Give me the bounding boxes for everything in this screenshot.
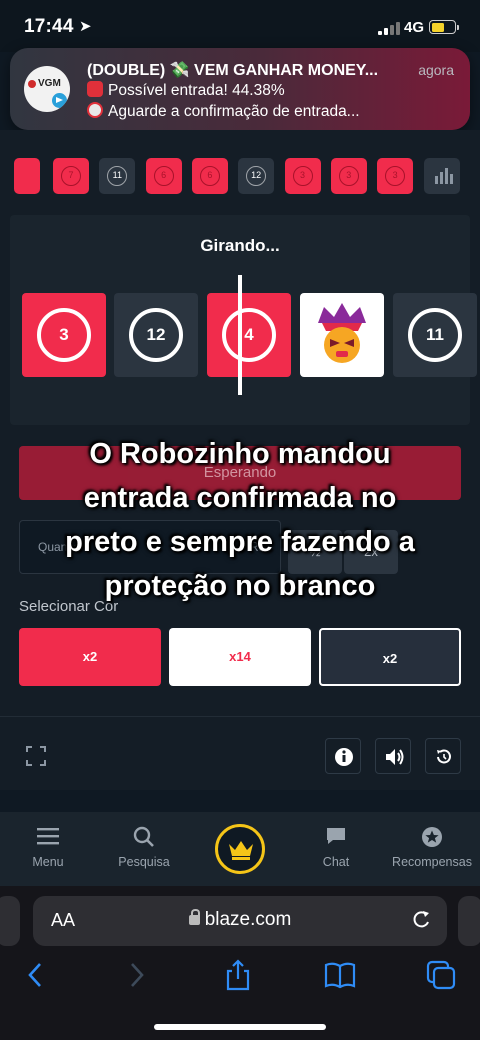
status-time: 17:44 — [24, 16, 74, 37]
video-caption: O Robozinho mandou entrada confirmada no… — [0, 432, 480, 608]
reload-icon[interactable] — [411, 909, 431, 929]
notification-time: agora — [418, 62, 454, 78]
notification-avatar: VGM — [24, 66, 70, 112]
recent-result-chip: 6 — [145, 158, 182, 194]
share-icon[interactable] — [221, 958, 255, 992]
speaker-icon — [386, 749, 404, 765]
caption-line: proteção no branco — [104, 570, 376, 602]
address-bar[interactable]: AA blaze.com — [33, 896, 447, 946]
status-bar: 17:44 ➤ 4G — [0, 0, 480, 52]
recent-result-chip: 11 — [99, 158, 136, 194]
roulette-tile: 3 — [22, 293, 106, 377]
roulette-tile: 11 — [393, 293, 477, 377]
bookmarks-icon[interactable] — [323, 958, 357, 992]
roulette-tile-white — [300, 293, 384, 377]
stats-button[interactable] — [424, 158, 460, 194]
info-icon — [335, 748, 353, 766]
nav-rewards[interactable]: Recompensas — [388, 812, 476, 886]
battery-icon — [429, 20, 459, 34]
notification-line-1: Possível entrada! 44.38% — [108, 82, 285, 99]
next-tab-preview[interactable] — [458, 896, 480, 946]
signal-icon — [378, 22, 402, 35]
notification-line-2: Aguarde a confirmação de entrada... — [108, 103, 360, 120]
caption-line: preto e sempre fazendo a — [65, 526, 415, 558]
fullscreen-button[interactable] — [18, 738, 54, 774]
recent-result-chip: 3 — [377, 158, 414, 194]
history-icon — [437, 749, 451, 764]
roulette-tile: 4 — [207, 293, 291, 377]
alarm-clock-icon — [87, 102, 103, 118]
lock-icon — [188, 909, 200, 925]
blaze-mascot-icon — [318, 303, 366, 363]
location-arrow-icon: ➤ — [79, 18, 92, 35]
back-icon[interactable] — [18, 958, 52, 992]
menu-icon — [37, 828, 59, 845]
search-icon — [133, 826, 154, 847]
tabs-icon[interactable] — [424, 958, 458, 992]
sound-button[interactable] — [375, 738, 411, 774]
rewards-star-icon — [422, 827, 442, 847]
home-indicator — [154, 1024, 326, 1030]
fullscreen-icon — [26, 746, 46, 766]
history-button[interactable] — [425, 738, 461, 774]
forward-icon[interactable] — [120, 958, 154, 992]
network-type: 4G — [404, 19, 425, 36]
notification-title: (DOUBLE) 💸 VEM GANHAR MONEY... — [87, 62, 379, 79]
color-red-button[interactable]: x2 — [19, 628, 161, 686]
caption-line: entrada confirmada no — [83, 482, 397, 514]
roulette-pointer — [238, 275, 242, 395]
color-white-button[interactable]: x14 — [169, 628, 311, 686]
nav-chat[interactable]: Chat — [306, 812, 366, 886]
caption-line: O Robozinho mandou — [89, 438, 391, 470]
url-text: blaze.com — [204, 909, 292, 930]
info-button[interactable] — [325, 738, 361, 774]
recent-result-chip: 12 — [238, 158, 275, 194]
recent-result-chip: 3 — [284, 158, 321, 194]
siren-icon — [87, 81, 103, 97]
roulette-status: Girando... — [200, 236, 280, 255]
home-crown-button[interactable] — [215, 824, 265, 874]
telegram-icon — [52, 93, 67, 108]
recent-result-chip: 6 — [191, 158, 228, 194]
nav-search[interactable]: Pesquisa — [108, 812, 180, 886]
recent-result-chip — [14, 158, 40, 194]
recent-result-chip: 7 — [53, 158, 89, 194]
roulette-tile: 12 — [114, 293, 198, 377]
push-notification[interactable]: VGM (DOUBLE) 💸 VEM GANHAR MONEY... agora… — [10, 48, 470, 130]
previous-tab-preview[interactable] — [0, 896, 20, 946]
nav-menu[interactable]: Menu — [14, 812, 82, 886]
recent-result-chip: 3 — [330, 158, 367, 194]
crown-icon — [229, 841, 253, 860]
chat-icon — [327, 828, 345, 844]
recent-results: 7 11 6 6 12 3 3 3 — [0, 150, 480, 210]
color-black-button[interactable]: x2 — [319, 628, 461, 686]
